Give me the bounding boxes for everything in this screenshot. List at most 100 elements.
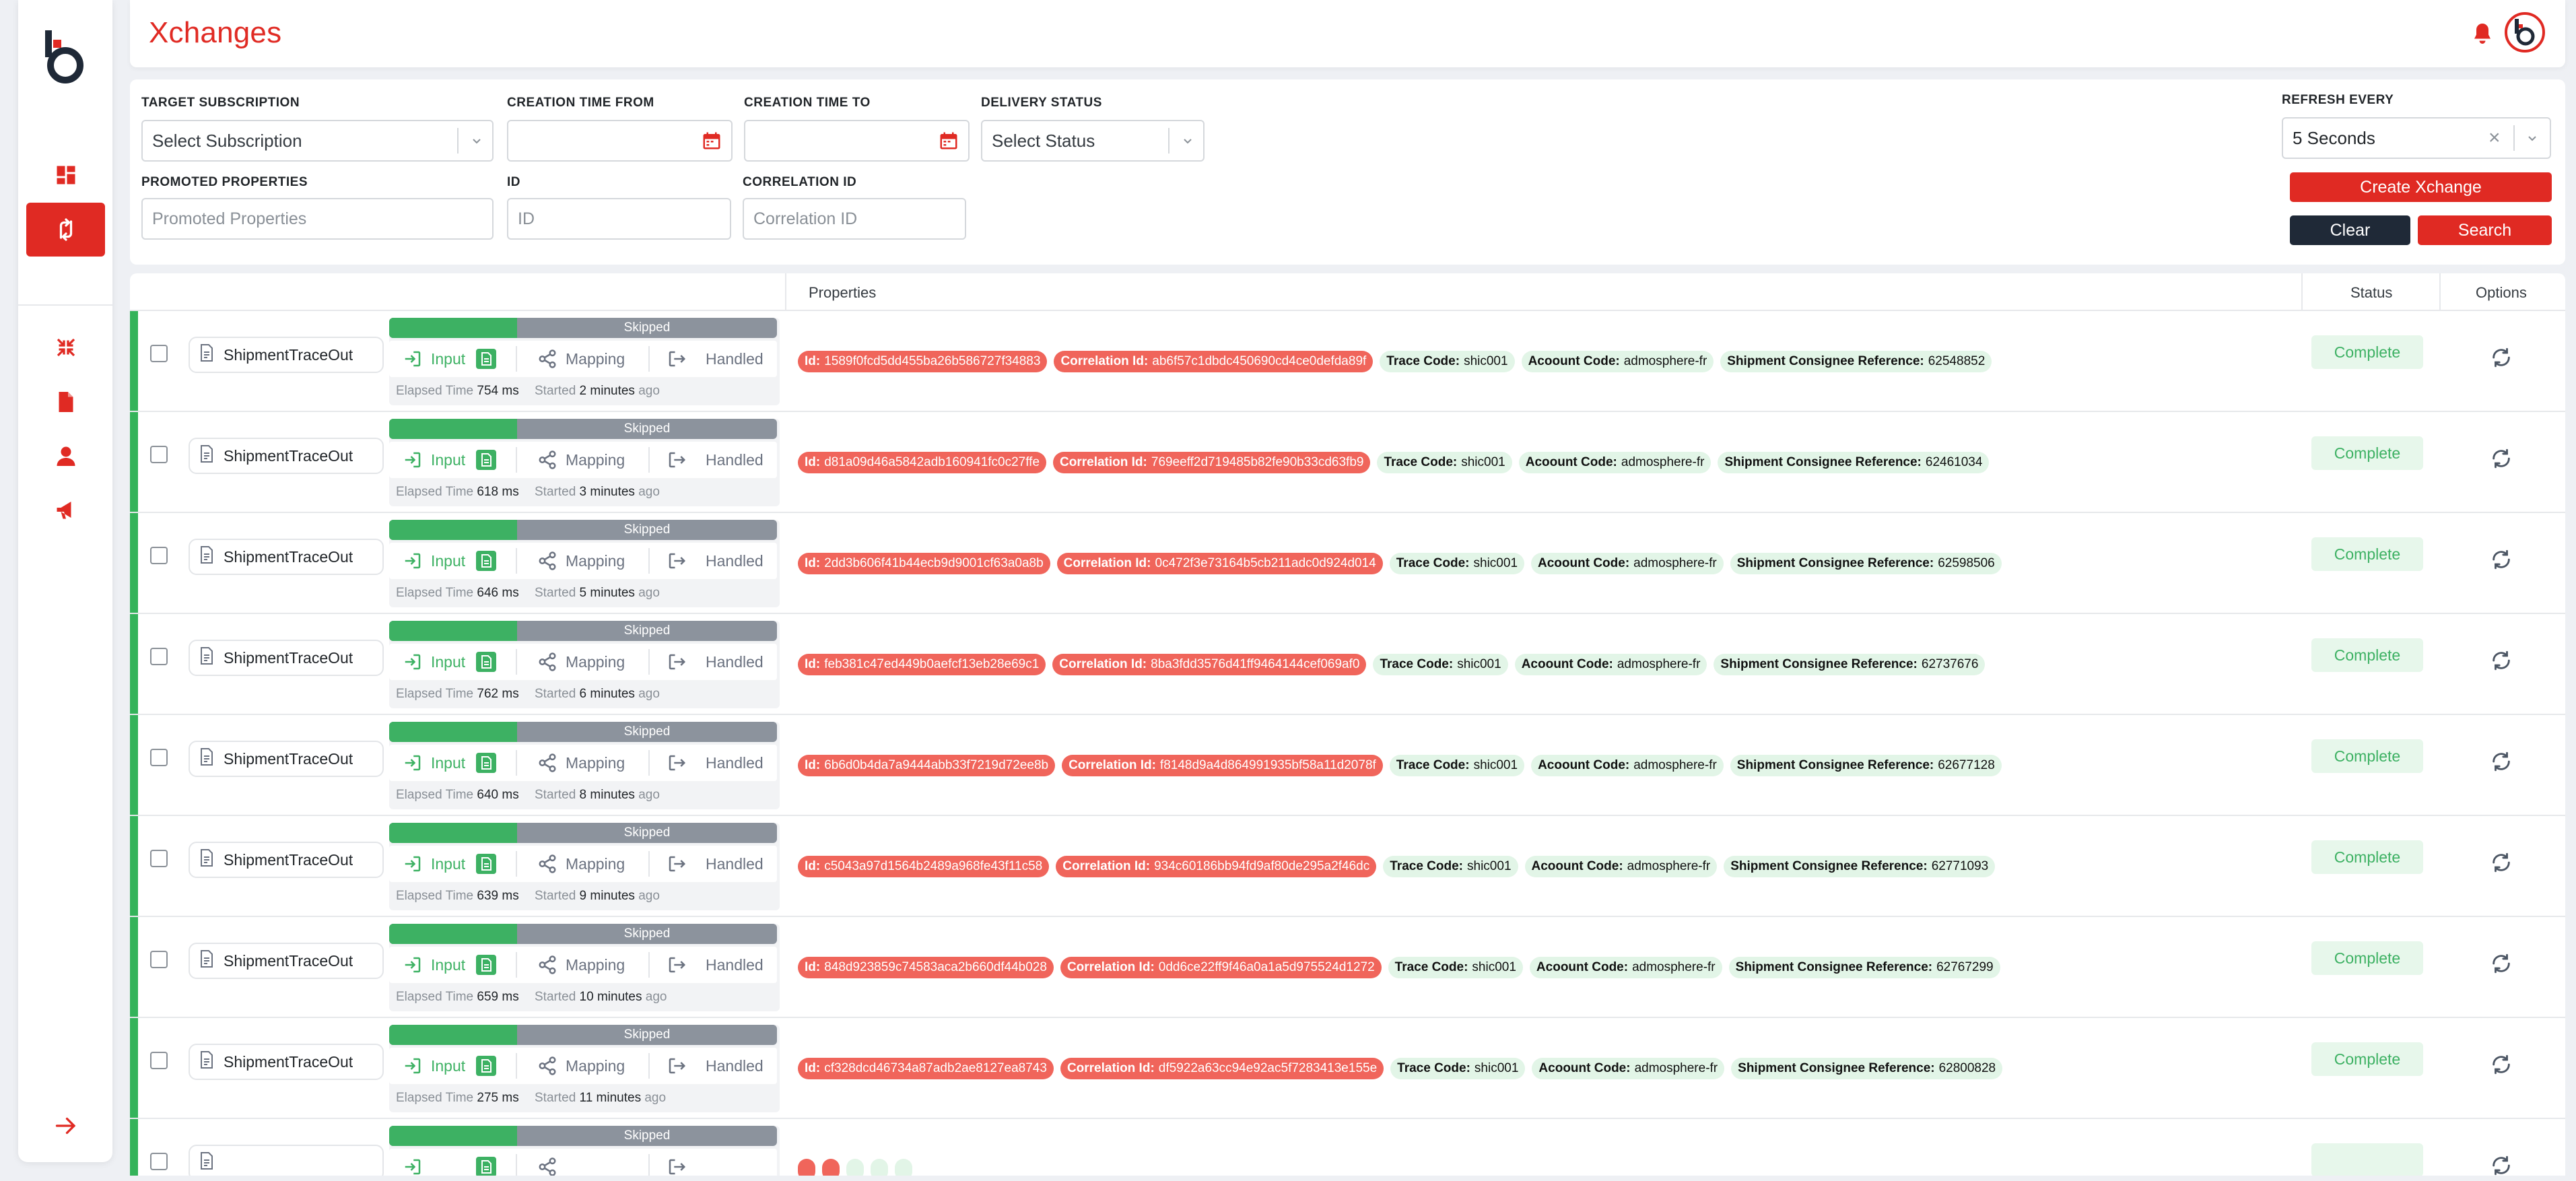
step-mapping[interactable]: Mapping	[537, 341, 625, 377]
trace-code-pill[interactable]: Trace Code: shic001	[1390, 1058, 1526, 1079]
nav-shrink[interactable]	[26, 320, 105, 374]
id-pill[interactable]: Id: cf328dcd46734a87adb2ae8127ea8743	[798, 1058, 1054, 1079]
id-pill[interactable]: Id: feb381c47ed449b0aefcf13eb28e69c1	[798, 654, 1046, 675]
row-checkbox[interactable]	[150, 345, 168, 362]
id-pill[interactable]	[798, 1159, 815, 1176]
row-checkbox[interactable]	[150, 749, 168, 766]
xchange-type-badge[interactable]: ShipmentTraceOut	[189, 539, 384, 575]
correlation-id-pill[interactable]: Correlation Id: 934c60186bb94fd9af80de295…	[1056, 856, 1377, 877]
trace-code-pill[interactable]: Trace Code: shic001	[1389, 755, 1525, 776]
step-mapping[interactable]: Mapping	[537, 442, 625, 478]
step-input[interactable]: Input	[403, 442, 465, 478]
xchange-type-badge[interactable]: ShipmentTraceOut	[189, 337, 384, 373]
trace-code-pill[interactable]: Trace Code: shic001	[1380, 351, 1515, 372]
id-pill[interactable]: Id: c5043a97d1564b2489a968fe43f11c58	[798, 856, 1050, 877]
id-pill[interactable]: Id: d81a09d46a5842adb160941fc0c27ffe	[798, 452, 1047, 473]
refresh-icon[interactable]	[2490, 1053, 2513, 1076]
step-handled[interactable]: Handled	[667, 543, 764, 579]
clear-button[interactable]: Clear	[2290, 215, 2410, 245]
input-document-icon[interactable]	[475, 752, 497, 777]
step-handled[interactable]: Handled	[667, 947, 764, 983]
search-button[interactable]: Search	[2418, 215, 2552, 245]
nav-xchanges[interactable]	[26, 203, 105, 257]
clear-selection-icon[interactable]: ×	[2488, 127, 2501, 149]
step-mapping[interactable]: Mapping	[537, 846, 625, 882]
refresh-icon[interactable]	[2490, 649, 2513, 672]
consignee-reference-pill[interactable]: Shipment Consignee Reference: 62771093	[1724, 856, 1996, 877]
consignee-reference-pill[interactable]: Shipment Consignee Reference: 62598506	[1730, 553, 2002, 574]
correlation-id-pill[interactable]: Correlation Id: ab6f57c1dbdc450690cd4ce0d…	[1054, 351, 1374, 372]
table-row[interactable]: ShipmentTraceOut Skipped Input Mapping H…	[130, 311, 2565, 412]
nav-announcements[interactable]	[26, 483, 105, 537]
step-handled[interactable]: Handled	[667, 644, 764, 680]
table-row[interactable]: ShipmentTraceOut Skipped Input Mapping H…	[130, 513, 2565, 614]
correlation-id-pill[interactable]: Correlation Id: 8ba3fdd3576d41ff9464144ce…	[1052, 654, 1367, 675]
step-input[interactable]: Input	[403, 745, 465, 781]
xchange-type-badge[interactable]	[189, 1145, 384, 1176]
step-mapping[interactable]: Mapping	[537, 1048, 625, 1084]
xchange-type-badge[interactable]: ShipmentTraceOut	[189, 640, 384, 676]
id-pill[interactable]: Id: 2dd3b606f41b44ecb9d9001cf63a0a8b	[798, 553, 1050, 574]
account-code-pill[interactable]: Acoount Code: admosphere-fr	[1514, 654, 1707, 675]
consignee-reference-pill[interactable]: Shipment Consignee Reference: 62677128	[1730, 755, 2002, 776]
account-code-pill[interactable]: Acoount Code: admosphere-fr	[1524, 856, 1718, 877]
table-row[interactable]: Skipped	[130, 1119, 2565, 1176]
correlation-id-pill[interactable]: Correlation Id: 0dd6ce22ff9f46a0a1a5d9755…	[1060, 957, 1382, 978]
table-row[interactable]: ShipmentTraceOut Skipped Input Mapping H…	[130, 816, 2565, 917]
creation-from-input[interactable]	[507, 120, 733, 162]
step-mapping[interactable]: Mapping	[537, 543, 625, 579]
consignee-reference-pill[interactable]: Shipment Consignee Reference: 62767299	[1728, 957, 2000, 978]
xchange-type-badge[interactable]: ShipmentTraceOut	[189, 842, 384, 878]
correlation-id-input[interactable]: Correlation ID	[743, 198, 966, 240]
step-mapping[interactable]: Mapping	[537, 644, 625, 680]
row-checkbox[interactable]	[150, 1153, 168, 1170]
trace-code-pill[interactable]: Trace Code: shic001	[1389, 553, 1525, 574]
correlation-id-pill[interactable]: Correlation Id: f8148d9a4d864991935bf58a1…	[1062, 755, 1383, 776]
table-row[interactable]: ShipmentTraceOut Skipped Input Mapping H…	[130, 412, 2565, 513]
consignee-reference-pill[interactable]: Shipment Consignee Reference: 62737676	[1714, 654, 1986, 675]
step-mapping[interactable]: Mapping	[537, 745, 625, 781]
promoted-properties-input[interactable]: Promoted Properties	[141, 198, 494, 240]
calendar-icon[interactable]	[939, 131, 959, 151]
table-row[interactable]: ShipmentTraceOut Skipped Input Mapping H…	[130, 917, 2565, 1018]
input-document-icon[interactable]	[475, 348, 497, 373]
account-code-pill[interactable]: Acoount Code: admosphere-fr	[1531, 755, 1724, 776]
step-input[interactable]	[403, 1149, 431, 1176]
account-code-pill[interactable]: Acoount Code: admosphere-fr	[1531, 553, 1724, 574]
table-row[interactable]: ShipmentTraceOut Skipped Input Mapping H…	[130, 715, 2565, 816]
delivery-status-select[interactable]: Select Status	[981, 120, 1205, 162]
id-pill[interactable]: Id: 6b6d0b4da7a9444abb33f7219d72ee8b	[798, 755, 1056, 776]
input-document-icon[interactable]	[475, 954, 497, 979]
trace-code-pill[interactable]: Trace Code: shic001	[1388, 957, 1523, 978]
input-document-icon[interactable]	[475, 550, 497, 575]
nav-dashboard[interactable]	[26, 148, 105, 202]
step-handled[interactable]: Handled	[667, 846, 764, 882]
step-mapping[interactable]: Mapping	[537, 947, 625, 983]
input-document-icon[interactable]	[475, 449, 497, 474]
xchange-type-badge[interactable]: ShipmentTraceOut	[189, 438, 384, 474]
account-code-pill[interactable]: Acoount Code: admosphere-fr	[1521, 351, 1714, 372]
row-checkbox[interactable]	[150, 446, 168, 463]
step-handled[interactable]: Handled	[667, 341, 764, 377]
step-input[interactable]: Input	[403, 341, 465, 377]
row-checkbox[interactable]	[150, 648, 168, 665]
refresh-icon[interactable]	[2490, 952, 2513, 975]
refresh-icon[interactable]	[2490, 346, 2513, 369]
step-input[interactable]: Input	[403, 1048, 465, 1084]
consignee-reference-pill[interactable]: Shipment Consignee Reference: 62548852	[1720, 351, 1992, 372]
id-input[interactable]: ID	[507, 198, 731, 240]
consignee-reference-pill[interactable]: Shipment Consignee Reference: 62461034	[1718, 452, 1990, 473]
brand-logo-icon[interactable]	[44, 30, 87, 84]
xchange-type-badge[interactable]: ShipmentTraceOut	[189, 1044, 384, 1080]
refresh-every-select[interactable]: 5 Seconds ×	[2282, 117, 2551, 159]
xchange-type-badge[interactable]: ShipmentTraceOut	[189, 741, 384, 777]
nav-files[interactable]	[26, 375, 105, 429]
row-checkbox[interactable]	[150, 547, 168, 564]
input-document-icon[interactable]	[475, 853, 497, 878]
refresh-icon[interactable]	[2490, 750, 2513, 773]
correlation-id-pill[interactable]: Correlation Id: 0c472f3e73164b5cb211adc0d…	[1056, 553, 1383, 574]
table-row[interactable]: ShipmentTraceOut Skipped Input Mapping H…	[130, 614, 2565, 715]
bell-icon[interactable]	[2470, 20, 2495, 47]
table-row[interactable]: ShipmentTraceOut Skipped Input Mapping H…	[130, 1018, 2565, 1119]
target-subscription-select[interactable]: Select Subscription	[141, 120, 494, 162]
